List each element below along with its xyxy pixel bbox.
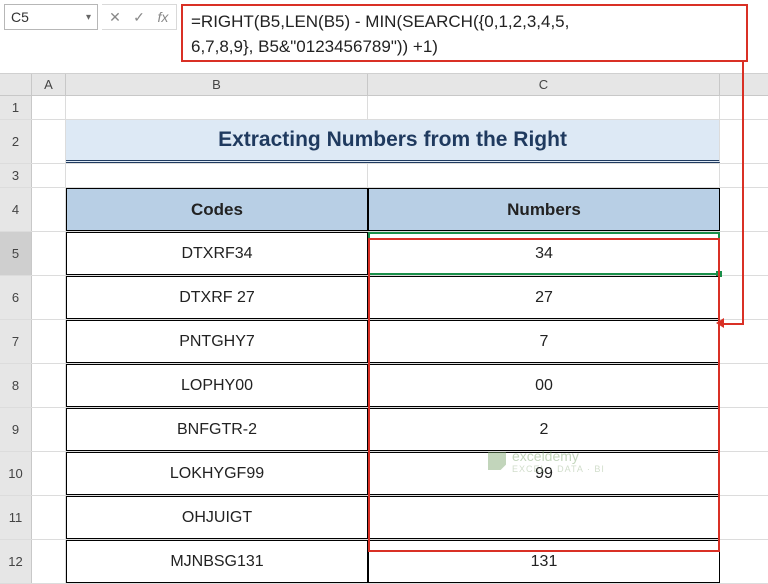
row-header[interactable]: 7 <box>0 320 32 363</box>
cancel-icon[interactable]: ✕ <box>108 9 122 26</box>
col-header-C[interactable]: C <box>368 74 720 95</box>
table-row: 11 OHJUIGT <box>0 496 768 540</box>
row-header[interactable]: 2 <box>0 120 32 163</box>
cell-code[interactable]: LOKHYGF99 <box>66 452 368 495</box>
formula-text-line2: 6,7,8,9}, B5&"0123456789")) +1) <box>191 35 738 60</box>
cell-number[interactable] <box>368 496 720 539</box>
cell-number[interactable]: 27 <box>368 276 720 319</box>
cell[interactable] <box>32 232 66 275</box>
select-all-corner[interactable] <box>0 74 32 95</box>
cell-value: 34 <box>535 245 553 263</box>
formula-input[interactable]: =RIGHT(B5,LEN(B5) - MIN(SEARCH({0,1,2,3,… <box>181 4 748 62</box>
cell-code[interactable]: MJNBSG131 <box>66 540 368 583</box>
row: 3 <box>0 164 768 188</box>
accept-icon[interactable]: ✓ <box>132 9 146 26</box>
row: 1 <box>0 96 768 120</box>
table-row: 10 LOKHYGF99 99 <box>0 452 768 496</box>
name-box-value: C5 <box>11 9 86 25</box>
cell-code[interactable]: DTXRF 27 <box>66 276 368 319</box>
table-row: 6 DTXRF 27 27 <box>0 276 768 320</box>
row: 2 Extracting Numbers from the Right <box>0 120 768 164</box>
cell-number[interactable]: 2 <box>368 408 720 451</box>
cell[interactable] <box>368 164 720 187</box>
spreadsheet-grid: A B C 1 2 Extracting Numbers from the Ri… <box>0 74 768 584</box>
fx-icon[interactable]: fx <box>156 9 170 25</box>
row-header[interactable]: 4 <box>0 188 32 231</box>
row-header[interactable]: 5 <box>0 232 32 275</box>
row-header[interactable]: 3 <box>0 164 32 187</box>
cell[interactable] <box>32 164 66 187</box>
row-header[interactable]: 8 <box>0 364 32 407</box>
cell-code[interactable]: OHJUIGT <box>66 496 368 539</box>
cell[interactable] <box>32 496 66 539</box>
cell[interactable] <box>32 276 66 319</box>
cell-code[interactable]: BNFGTR-2 <box>66 408 368 451</box>
cell[interactable] <box>32 364 66 407</box>
cell[interactable] <box>32 188 66 231</box>
callout-arrow <box>742 62 744 324</box>
formula-bar: C5 ▾ ✕ ✓ fx =RIGHT(B5,LEN(B5) - MIN(SEAR… <box>0 0 768 74</box>
arrow-head-icon <box>716 318 724 328</box>
cell[interactable] <box>32 120 66 163</box>
row: 4 Codes Numbers <box>0 188 768 232</box>
formula-text-line1: =RIGHT(B5,LEN(B5) - MIN(SEARCH({0,1,2,3,… <box>191 10 738 35</box>
table-row: 9 BNFGTR-2 2 <box>0 408 768 452</box>
active-cell[interactable]: 34 <box>368 232 720 275</box>
cell-number[interactable]: 7 <box>368 320 720 363</box>
table-row: 8 LOPHY00 00 <box>0 364 768 408</box>
cell[interactable] <box>32 96 66 119</box>
formula-buttons: ✕ ✓ fx <box>102 4 177 30</box>
table-row: 7 PNTGHY7 7 <box>0 320 768 364</box>
row-header[interactable]: 10 <box>0 452 32 495</box>
row-header[interactable]: 6 <box>0 276 32 319</box>
cell[interactable] <box>66 96 368 119</box>
cell[interactable] <box>32 320 66 363</box>
cell[interactable] <box>66 164 368 187</box>
chevron-down-icon[interactable]: ▾ <box>86 12 91 23</box>
cell-code[interactable]: DTXRF34 <box>66 232 368 275</box>
table-row: 12 MJNBSG131 131 <box>0 540 768 584</box>
table-header-numbers[interactable]: Numbers <box>368 188 720 231</box>
table-header-codes[interactable]: Codes <box>66 188 368 231</box>
cell[interactable] <box>32 452 66 495</box>
page-title[interactable]: Extracting Numbers from the Right <box>66 120 720 163</box>
cell-code[interactable]: LOPHY00 <box>66 364 368 407</box>
name-box[interactable]: C5 ▾ <box>4 4 98 30</box>
col-header-B[interactable]: B <box>66 74 368 95</box>
row-header[interactable]: 12 <box>0 540 32 583</box>
cell-number[interactable]: 99 <box>368 452 720 495</box>
column-headers: A B C <box>0 74 768 96</box>
row-header[interactable]: 11 <box>0 496 32 539</box>
cell[interactable] <box>368 96 720 119</box>
row-header[interactable]: 1 <box>0 96 32 119</box>
table-row: 5 DTXRF34 34 <box>0 232 768 276</box>
col-header-A[interactable]: A <box>32 74 66 95</box>
cell-number[interactable]: 00 <box>368 364 720 407</box>
cell[interactable] <box>32 540 66 583</box>
cell-number[interactable]: 131 <box>368 540 720 583</box>
cell-code[interactable]: PNTGHY7 <box>66 320 368 363</box>
row-header[interactable]: 9 <box>0 408 32 451</box>
cell[interactable] <box>32 408 66 451</box>
